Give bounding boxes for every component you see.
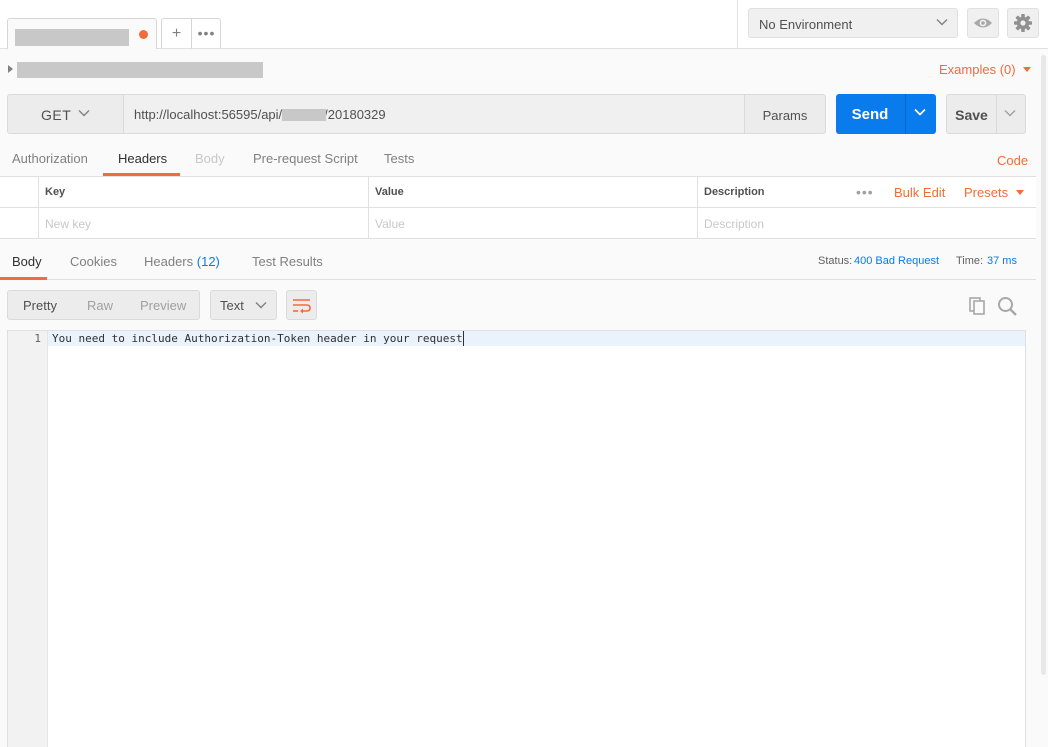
time-value[interactable]: 37 ms — [987, 255, 1017, 267]
presets-dropdown[interactable]: Presets — [964, 185, 1025, 200]
column-value: Value — [368, 177, 697, 207]
table-row: New key Value Description — [0, 208, 1036, 239]
save-button[interactable]: Save — [946, 94, 1026, 134]
divider — [905, 94, 906, 134]
bulk-edit-link[interactable]: Bulk Edit — [894, 185, 945, 200]
value-input[interactable]: Value — [368, 208, 697, 239]
environment-quick-look-button[interactable] — [967, 8, 999, 38]
column-options-more-icon[interactable]: ••• — [856, 184, 874, 200]
view-pretty-button[interactable]: Pretty — [23, 298, 57, 313]
save-options-chevron-icon[interactable] — [1003, 105, 1017, 124]
method-select[interactable]: GET — [7, 94, 124, 134]
send-button[interactable]: Send — [836, 94, 936, 134]
search-icon[interactable] — [996, 295, 1018, 320]
divider — [737, 0, 738, 49]
request-tab[interactable] — [7, 18, 157, 49]
examples-dropdown[interactable]: Examples (0) — [939, 62, 1032, 77]
examples-label: Examples (0) — [939, 62, 1016, 77]
text-cursor — [463, 331, 464, 346]
view-preview-button[interactable]: Preview — [140, 298, 186, 313]
environment-select[interactable]: No Environment — [748, 8, 958, 38]
format-label: Text — [220, 298, 244, 313]
headers-table: Key Value Description New key Value Desc… — [0, 176, 1036, 239]
response-body-line: You need to include Authorization-Token … — [52, 332, 463, 345]
response-tab-test-results[interactable]: Test Results — [252, 254, 323, 269]
time-label: Time: — [956, 255, 984, 267]
chevron-down-icon — [935, 15, 949, 32]
url-input[interactable]: http://localhost:56595/api/ /20180329 — [123, 94, 745, 134]
caret-down-icon — [1015, 190, 1024, 195]
url-prefix: http://localhost:56595/api/ — [134, 107, 283, 122]
column-description-label: Description — [704, 186, 765, 198]
status-label: Status: — [818, 255, 853, 267]
status-value[interactable]: 400 Bad Request — [854, 255, 939, 267]
url-segment-redacted — [282, 109, 326, 121]
new-tab-plus-icon[interactable]: + — [162, 19, 192, 49]
response-tab-headers-label: Headers — [144, 254, 194, 269]
gear-icon — [1014, 14, 1032, 32]
send-options-chevron-icon[interactable] — [912, 104, 928, 123]
tab-authorization[interactable]: Authorization — [12, 151, 88, 166]
wrap-lines-icon — [293, 299, 311, 314]
column-key: Key — [38, 177, 368, 207]
headers-table-header: Key Value Description — [0, 177, 1036, 208]
view-mode-toggle: Pretty Raw Preview — [7, 290, 200, 320]
description-input[interactable]: Description — [697, 208, 1036, 239]
new-key-input[interactable]: New key — [38, 208, 368, 239]
send-label: Send — [851, 106, 889, 123]
column-key-label: Key — [45, 186, 66, 198]
response-tab-headers[interactable]: Headers (12) — [144, 254, 220, 269]
headers-count-badge: (12) — [196, 254, 220, 269]
url-text: http://localhost:56595/api/ /20180329 — [134, 107, 386, 122]
scrollbar[interactable] — [1041, 55, 1046, 675]
tab-more-icon[interactable]: ••• — [192, 19, 221, 49]
params-button[interactable]: Params — [744, 94, 826, 134]
column-value-label: Value — [375, 186, 404, 198]
response-body-editor[interactable]: 1 You need to include Authorization-Toke… — [7, 330, 1026, 747]
value-placeholder: Value — [375, 217, 405, 231]
format-select[interactable]: Text — [210, 290, 277, 320]
presets-label: Presets — [964, 185, 1009, 200]
response-tab-body[interactable]: Body — [12, 254, 42, 269]
response-tab-cookies[interactable]: Cookies — [70, 254, 117, 269]
tab-pre-request-script[interactable]: Pre-request Script — [253, 151, 358, 166]
unsaved-dot-icon — [139, 30, 148, 39]
line-number-gutter: 1 — [8, 331, 48, 747]
tab-headers[interactable]: Headers — [118, 151, 167, 166]
caret-down-icon — [1023, 67, 1032, 72]
chevron-down-icon — [254, 297, 268, 316]
params-label: Params — [762, 108, 808, 123]
active-response-tab-indicator — [0, 277, 47, 280]
copy-icon[interactable] — [967, 295, 989, 320]
eye-icon — [974, 18, 992, 28]
divider — [996, 95, 997, 133]
tab-body[interactable]: Body — [195, 151, 225, 166]
environment-select-label: No Environment — [759, 17, 853, 32]
code-link[interactable]: Code — [997, 153, 1028, 168]
save-label: Save — [955, 107, 988, 123]
request-name-redacted — [17, 62, 263, 78]
new-key-placeholder: New key — [45, 217, 92, 231]
view-raw-button[interactable]: Raw — [87, 298, 113, 313]
chevron-down-icon — [77, 105, 91, 124]
tab-actions: + ••• — [161, 18, 221, 49]
url-suffix: /20180329 — [324, 107, 386, 122]
method-label: GET — [41, 107, 72, 123]
request-tab-title-redacted — [15, 29, 129, 46]
description-placeholder: Description — [704, 217, 765, 231]
wrap-lines-button[interactable] — [286, 290, 317, 320]
manage-environments-button[interactable] — [1007, 8, 1039, 38]
expand-caret-icon[interactable] — [8, 65, 13, 73]
tab-tests[interactable]: Tests — [384, 151, 414, 166]
line-number: 1 — [34, 332, 41, 345]
